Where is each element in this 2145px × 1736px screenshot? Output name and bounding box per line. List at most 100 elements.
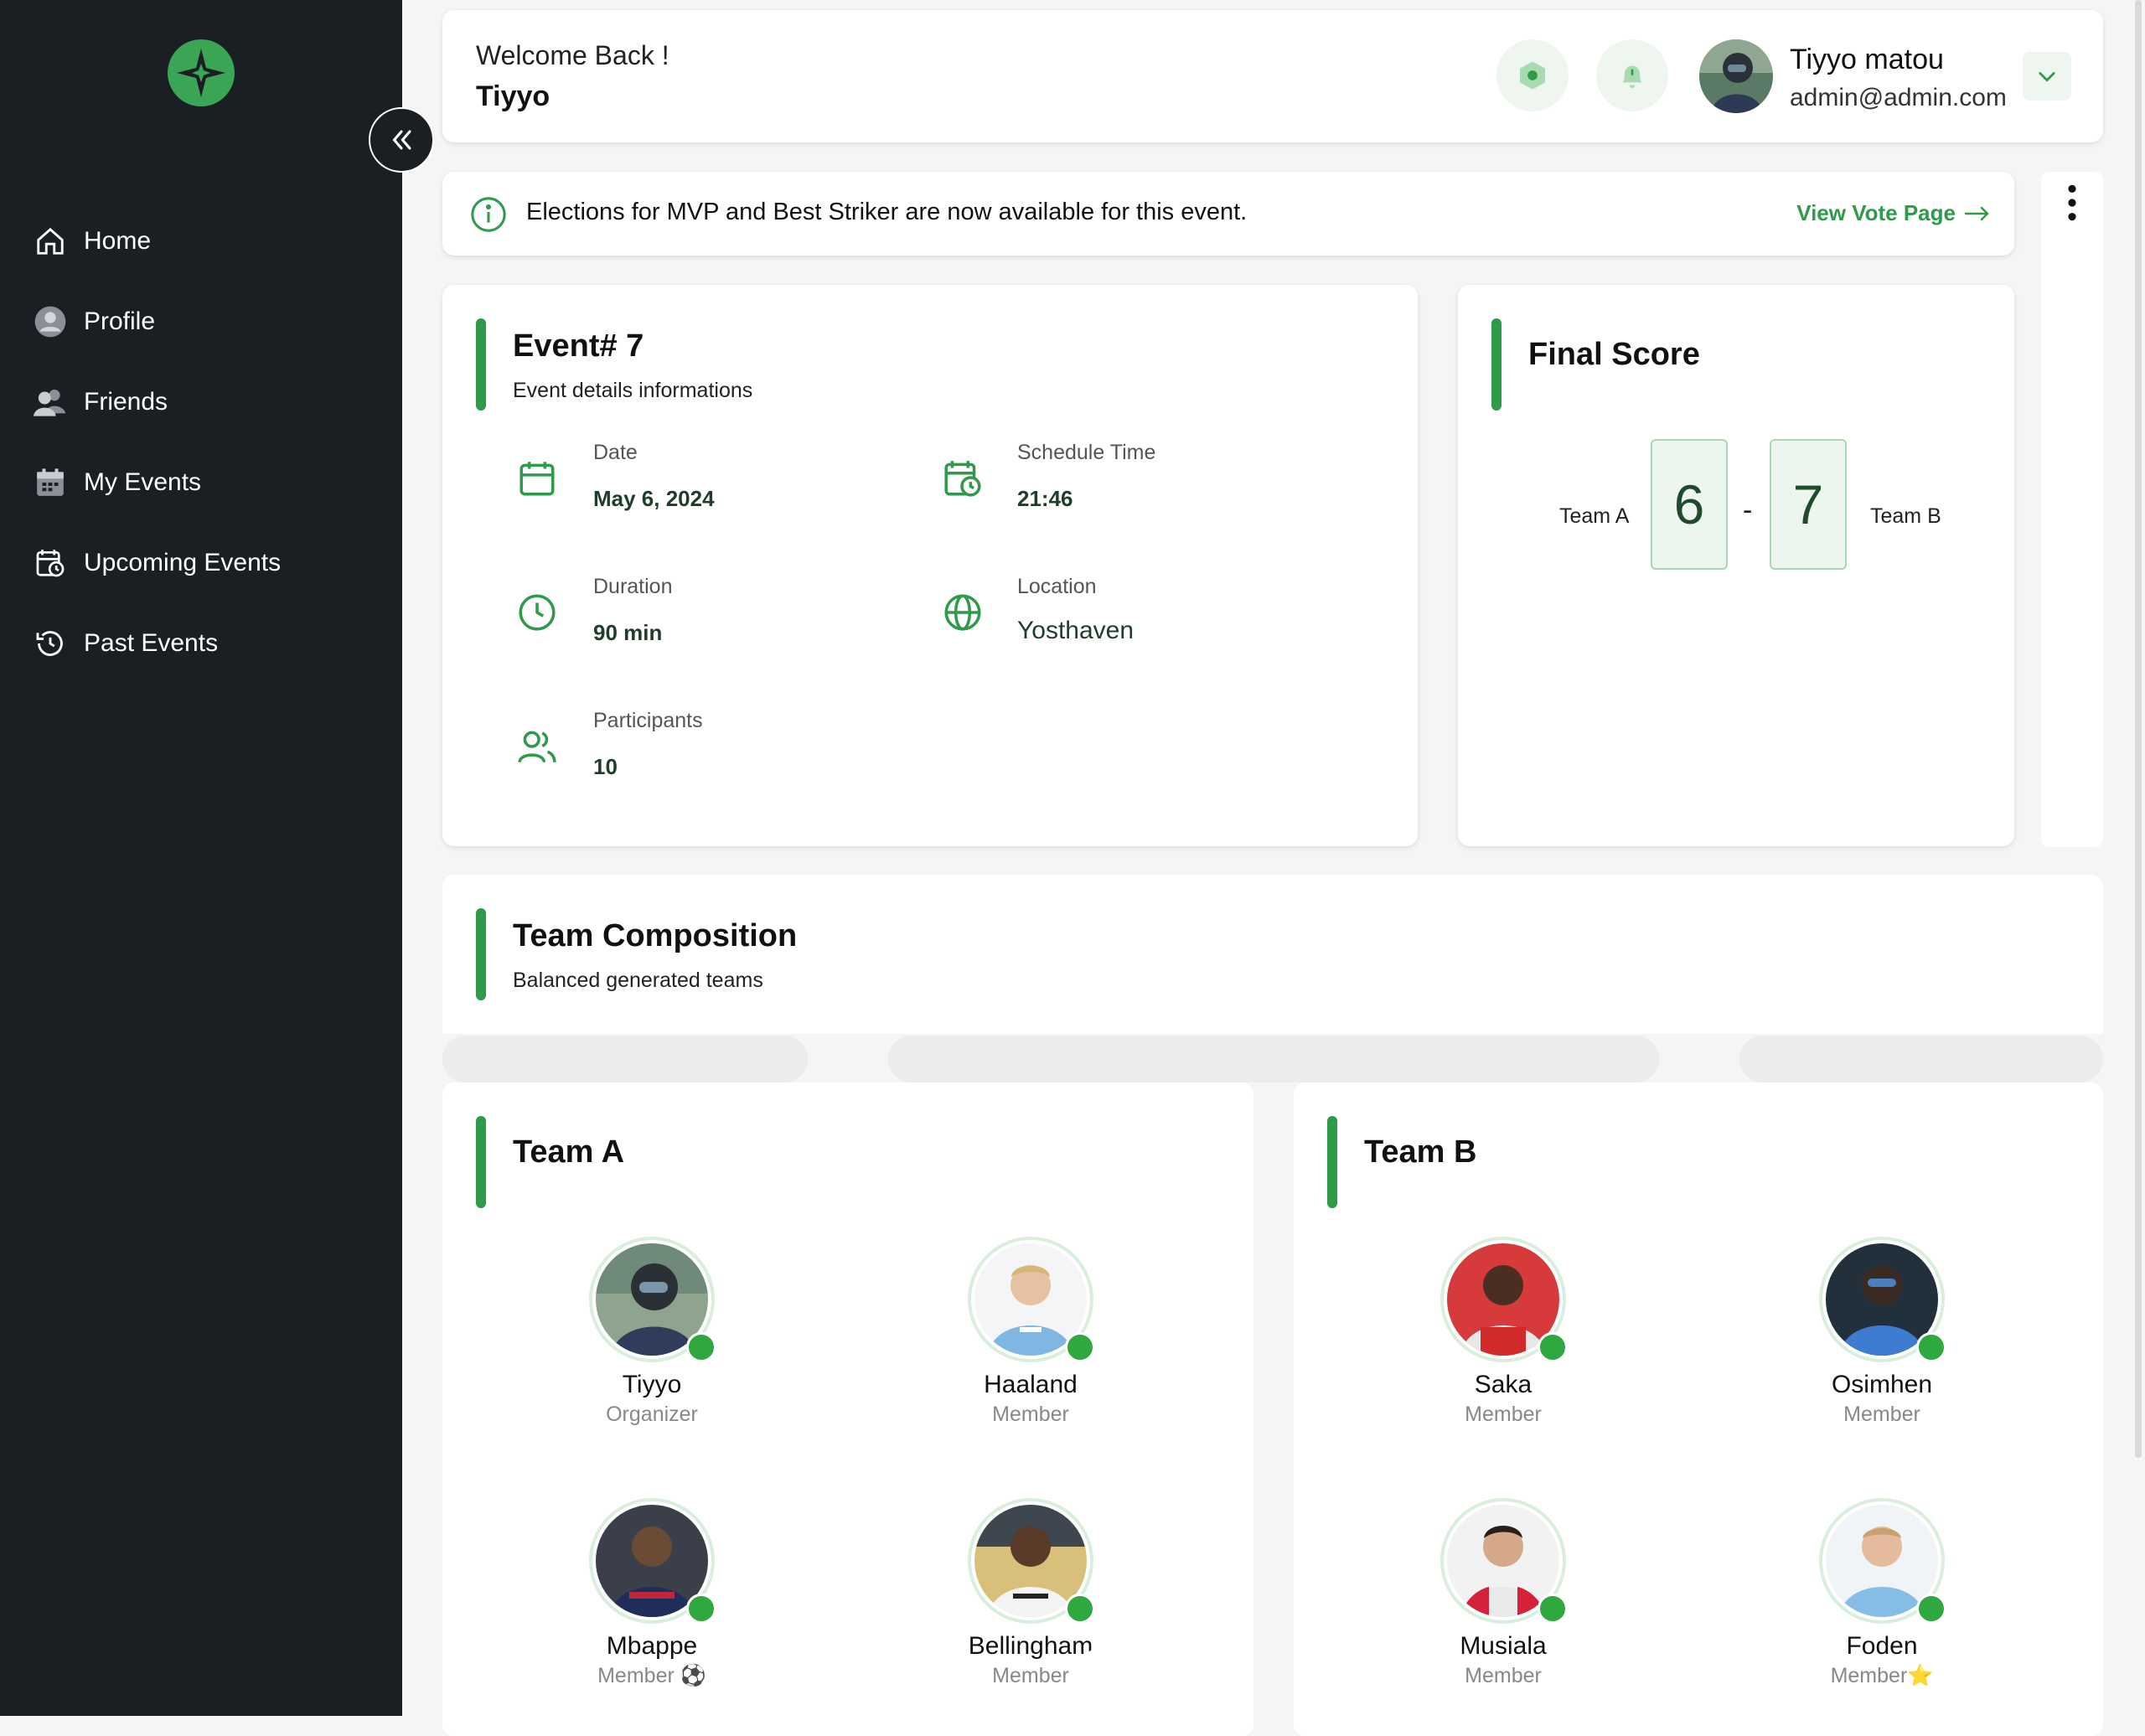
sidebar-item-profile[interactable]: Profile bbox=[32, 282, 384, 362]
verified-check-icon bbox=[1916, 1594, 2019, 1691]
sidebar-item-upcoming-events[interactable]: Upcoming Events bbox=[32, 523, 384, 603]
section-accent-bar bbox=[476, 318, 486, 411]
sidebar-item-my-events[interactable]: My Events bbox=[32, 442, 384, 523]
duration-value: 90 min bbox=[593, 620, 663, 645]
tab-placeholder bbox=[442, 1036, 808, 1082]
user-name: Tiyyo matou bbox=[1790, 44, 1944, 75]
app-logo[interactable] bbox=[167, 39, 235, 107]
event-title: Event# 7 bbox=[513, 328, 644, 364]
calendar-clock-icon bbox=[944, 461, 981, 497]
bell-icon bbox=[1622, 65, 1642, 88]
score-team-a-label: Team A bbox=[1559, 504, 1630, 528]
chevron-down-icon bbox=[2039, 72, 2055, 82]
banner-message: Elections for MVP and Best Striker are n… bbox=[526, 199, 1248, 225]
section-accent-bar bbox=[1327, 1116, 1337, 1208]
date-value: May 6, 2024 bbox=[593, 486, 715, 511]
sidebar-item-label: Friends bbox=[84, 388, 168, 416]
section-accent-bar bbox=[1491, 318, 1502, 411]
score-team-b-label: Team B bbox=[1870, 504, 1941, 528]
final-score-card: Final Score Team A 6 - 7 Team B bbox=[1458, 285, 2014, 846]
score-team-a: 6 bbox=[1651, 439, 1728, 570]
schedule-time-value: 21:46 bbox=[1017, 486, 1073, 511]
team-b-card: Team B Saka Member Osimhen Member Musial… bbox=[1294, 1082, 2103, 1736]
notifications-button[interactable] bbox=[1596, 39, 1668, 111]
sidebar-item-label: Profile bbox=[84, 307, 156, 335]
player-card[interactable]: Osimhen Member bbox=[1748, 1237, 2019, 1429]
team-composition-header: Team Composition Balanced generated team… bbox=[442, 875, 2103, 1034]
top-header: Welcome Back ! Tiyyo Tiyyo matou admin@a… bbox=[442, 10, 2103, 142]
verified-check-icon bbox=[686, 1594, 789, 1691]
player-card[interactable]: Haaland Member bbox=[897, 1237, 1168, 1429]
event-details-card: Event# 7 Event details informations Date… bbox=[442, 285, 1418, 846]
participants-icon bbox=[518, 731, 556, 763]
double-chevron-left-icon bbox=[392, 130, 411, 150]
sidebar-item-label: Past Events bbox=[84, 629, 219, 657]
view-vote-page-link[interactable]: View Vote Page bbox=[1796, 200, 1991, 226]
view-vote-page-label: View Vote Page bbox=[1796, 200, 1956, 225]
calendar-icon bbox=[519, 462, 555, 496]
participants-label: Participants bbox=[593, 709, 703, 732]
verified-check-icon bbox=[1916, 1332, 2019, 1429]
clock-icon bbox=[519, 594, 556, 631]
section-accent-bar bbox=[476, 908, 486, 1000]
player-card[interactable]: Musiala Member bbox=[1369, 1498, 1641, 1691]
team-composition-subtitle: Balanced generated teams bbox=[513, 969, 763, 992]
sidebar-nav: Home Profile Friends My Events Upcoming … bbox=[32, 201, 384, 684]
participants-value: 10 bbox=[593, 754, 618, 779]
player-avatar bbox=[1819, 1237, 2019, 1429]
calendar-grid-icon bbox=[32, 464, 69, 501]
player-card[interactable]: Tiyyo Organizer bbox=[518, 1237, 789, 1429]
calendar-clock-icon bbox=[32, 545, 69, 581]
sidebar-item-home[interactable]: Home bbox=[32, 201, 384, 282]
player-avatar bbox=[1819, 1498, 2019, 1691]
collapse-sidebar-button[interactable] bbox=[369, 107, 434, 173]
friends-icon bbox=[32, 384, 69, 421]
player-card[interactable]: Foden Member⭐ bbox=[1748, 1498, 2019, 1691]
player-card[interactable]: Mbappe Member ⚽ bbox=[518, 1498, 789, 1691]
location-label: Location bbox=[1017, 575, 1097, 598]
team-a-card: Team A Tiyyo Organizer Haaland Member Mb… bbox=[442, 1082, 1253, 1736]
player-avatar bbox=[968, 1237, 1168, 1429]
sidebar: Home Profile Friends My Events Upcoming … bbox=[0, 0, 402, 1716]
section-accent-bar bbox=[476, 1116, 486, 1208]
verified-check-icon bbox=[686, 1332, 789, 1429]
tab-placeholder bbox=[888, 1036, 1659, 1082]
player-avatar bbox=[1440, 1498, 1641, 1691]
date-label: Date bbox=[593, 441, 638, 464]
verified-check-icon bbox=[1065, 1594, 1168, 1691]
team-b-title: Team B bbox=[1364, 1134, 1477, 1170]
user-email: admin@admin.com bbox=[1790, 84, 2007, 111]
tab-placeholder bbox=[1739, 1036, 2103, 1082]
duration-label: Duration bbox=[593, 575, 673, 598]
user-icon bbox=[32, 303, 69, 340]
verified-check-icon bbox=[1538, 1594, 1641, 1691]
hexagon-status-button[interactable] bbox=[1496, 39, 1569, 111]
user-menu-dropdown-button[interactable] bbox=[2023, 52, 2071, 101]
user-avatar[interactable] bbox=[1699, 39, 1773, 113]
schedule-time-label: Schedule Time bbox=[1017, 441, 1156, 464]
welcome-name: Tiyyo bbox=[476, 80, 550, 112]
team-composition-title: Team Composition bbox=[513, 918, 798, 953]
score-separator: - bbox=[1743, 494, 1753, 526]
page-scrollbar[interactable] bbox=[2135, 0, 2142, 1458]
verified-check-icon bbox=[1065, 1332, 1168, 1429]
event-subtitle: Event details informations bbox=[513, 379, 753, 402]
sidebar-item-friends[interactable]: Friends bbox=[32, 362, 384, 442]
history-icon bbox=[32, 625, 69, 662]
more-options-icon[interactable] bbox=[2060, 182, 2085, 224]
globe-icon bbox=[944, 594, 981, 631]
player-avatar bbox=[589, 1237, 789, 1429]
location-value: Yosthaven bbox=[1017, 617, 1135, 644]
info-icon bbox=[471, 197, 506, 232]
sidebar-item-label: My Events bbox=[84, 468, 202, 496]
sidebar-item-label: Upcoming Events bbox=[84, 549, 282, 576]
player-card[interactable]: Saka Member bbox=[1369, 1237, 1641, 1429]
player-card[interactable]: Bellingham Member bbox=[897, 1498, 1168, 1691]
team-a-title: Team A bbox=[513, 1134, 625, 1170]
arrow-right-icon bbox=[1964, 206, 1989, 220]
verified-check-icon bbox=[1538, 1332, 1641, 1429]
player-avatar bbox=[1440, 1237, 1641, 1429]
sidebar-item-past-events[interactable]: Past Events bbox=[32, 603, 384, 684]
final-score-title: Final Score bbox=[1528, 337, 1700, 372]
welcome-text: Welcome Back ! bbox=[476, 40, 669, 70]
